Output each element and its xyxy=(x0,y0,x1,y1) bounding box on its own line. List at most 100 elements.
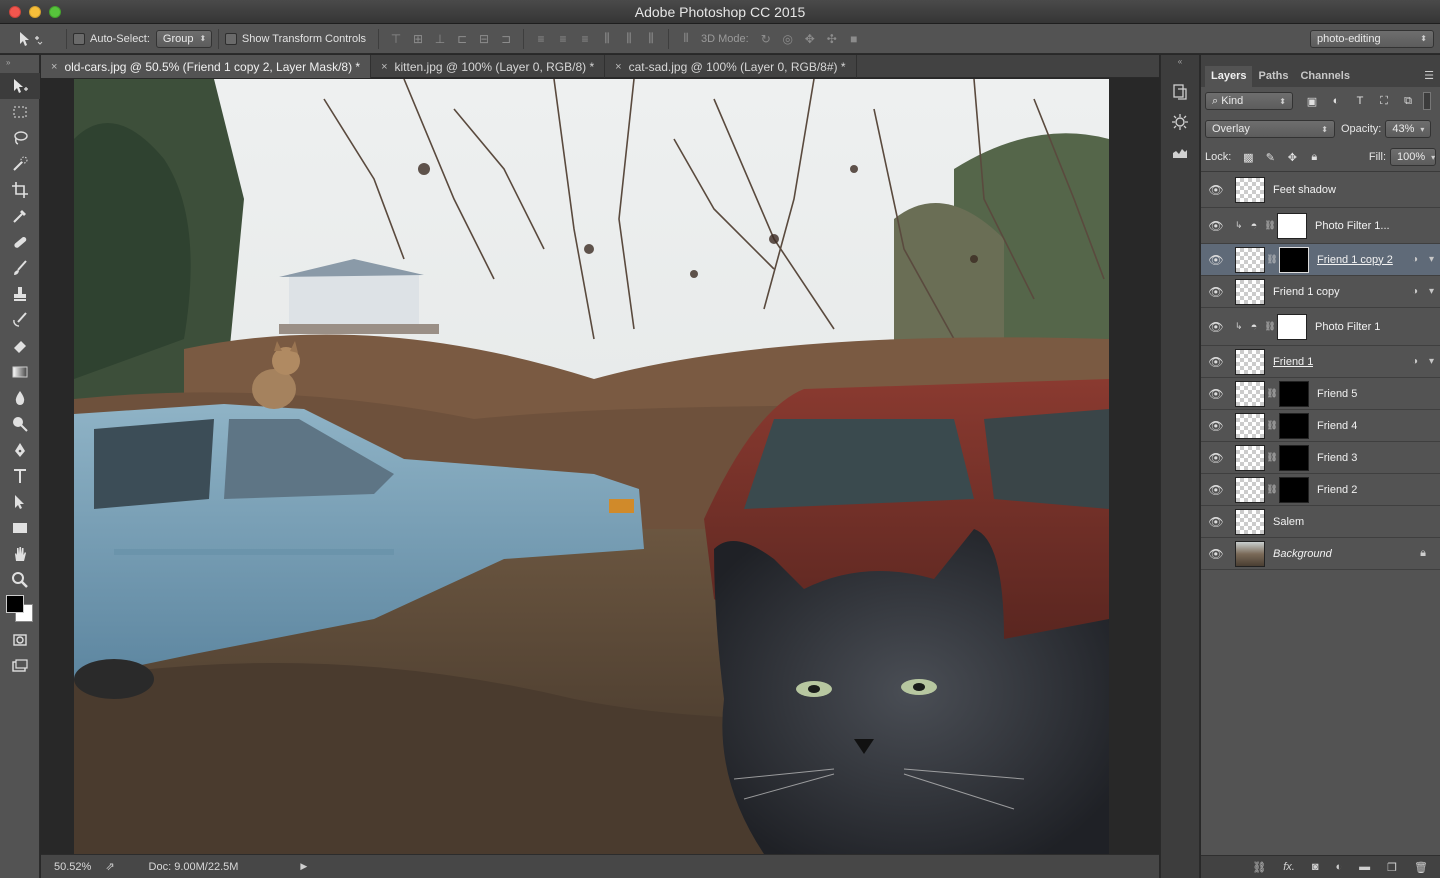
filter-adjustment-icon[interactable]: ◐ xyxy=(1327,92,1345,110)
document-canvas[interactable] xyxy=(74,79,1109,854)
close-tab-icon[interactable]: × xyxy=(51,61,57,73)
rectangle-tool[interactable] xyxy=(0,515,40,541)
distribute-bottom-icon[interactable]: ≡ xyxy=(574,28,596,50)
opacity-field[interactable]: 43% ▾ xyxy=(1385,120,1432,138)
foreground-color-swatch[interactable] xyxy=(6,595,24,613)
smart-filter-icon[interactable]: ◑ xyxy=(1412,254,1418,265)
align-hcenter-icon[interactable]: ⊟ xyxy=(473,28,495,50)
eraser-tool[interactable] xyxy=(0,333,40,359)
layer-mask-thumbnail[interactable] xyxy=(1279,380,1309,407)
mask-link-icon[interactable]: ⛓︎ xyxy=(1265,484,1279,495)
align-right-icon[interactable]: ⊐ xyxy=(495,28,517,50)
lock-image-icon[interactable]: ✎ xyxy=(1261,148,1279,166)
lock-position-icon[interactable]: ✥ xyxy=(1283,148,1301,166)
layer-mask-thumbnail[interactable] xyxy=(1277,212,1307,239)
dock-collapse-icon[interactable]: « xyxy=(1161,55,1199,69)
layer-mask-thumbnail[interactable] xyxy=(1279,412,1309,439)
status-menu-arrow-icon[interactable]: ▶ xyxy=(300,861,307,872)
layer-row[interactable]: 👁︎ Background 🔒︎ xyxy=(1201,538,1440,570)
healing-brush-tool[interactable] xyxy=(0,229,40,255)
layer-row[interactable]: 👁︎ ⛓︎ Friend 3 xyxy=(1201,442,1440,474)
quick-mask-button[interactable] xyxy=(0,627,40,653)
marquee-tool[interactable] xyxy=(0,99,40,125)
visibility-eye-icon[interactable]: 👁︎ xyxy=(1201,253,1231,267)
tab-paths[interactable]: Paths xyxy=(1252,66,1294,87)
panel-menu-icon[interactable]: ☰ xyxy=(1424,69,1434,82)
mask-link-icon[interactable]: ⛓︎ xyxy=(1263,220,1277,231)
visibility-eye-icon[interactable]: 👁︎ xyxy=(1201,515,1231,529)
add-mask-icon[interactable]: ◙ xyxy=(1312,861,1319,873)
quick-selection-tool[interactable] xyxy=(0,151,40,177)
new-layer-icon[interactable]: ❐ xyxy=(1387,861,1397,874)
blend-mode-dropdown[interactable]: Overlay ⬍ xyxy=(1205,120,1335,138)
3d-scale-icon[interactable]: ■ xyxy=(843,28,865,50)
smart-filter-icon[interactable]: ◑ xyxy=(1412,286,1418,297)
filter-pixel-icon[interactable]: ▣ xyxy=(1303,92,1321,110)
layer-row[interactable]: 👁︎ Friend 1 ◑ ▾ xyxy=(1201,346,1440,378)
auto-align-icon[interactable]: ⫴ xyxy=(675,28,697,50)
pen-tool[interactable] xyxy=(0,437,40,463)
zoom-readout[interactable]: 50.52% xyxy=(54,861,91,873)
eyedropper-tool[interactable] xyxy=(0,203,40,229)
align-top-icon[interactable]: ⊤ xyxy=(385,28,407,50)
path-selection-tool[interactable] xyxy=(0,489,40,515)
distribute-right-icon[interactable]: ⫼ xyxy=(640,28,662,50)
tab-kitten[interactable]: × kitten.jpg @ 100% (Layer 0, RGB/8) * xyxy=(371,55,606,78)
close-tab-icon[interactable]: × xyxy=(381,61,387,73)
layer-row[interactable]: 👁︎ ⛓︎ Friend 4 xyxy=(1201,410,1440,442)
distribute-vcenter-icon[interactable]: ≡ xyxy=(552,28,574,50)
expand-arrow-icon[interactable]: ▾ xyxy=(1429,356,1434,367)
layer-row-selected[interactable]: 👁︎ ⛓︎ Friend 1 copy 2 ◑ ▾ xyxy=(1201,244,1440,276)
layer-mask-thumbnail[interactable] xyxy=(1279,246,1309,273)
filter-smart-object-icon[interactable]: ⧉ xyxy=(1399,92,1417,110)
fx-icon[interactable]: fx. xyxy=(1283,861,1295,873)
type-tool[interactable] xyxy=(0,463,40,489)
visibility-eye-icon[interactable]: 👁︎ xyxy=(1201,355,1231,369)
link-layers-icon[interactable]: ⛓︎ xyxy=(1252,861,1266,874)
layer-row[interactable]: 👁︎ ↳ ◓ ⛓︎ Photo Filter 1 xyxy=(1201,308,1440,346)
visibility-eye-icon[interactable]: 👁︎ xyxy=(1201,387,1231,401)
3d-slide-icon[interactable]: ✣ xyxy=(821,28,843,50)
visibility-eye-icon[interactable]: 👁︎ xyxy=(1201,285,1231,299)
visibility-eye-icon[interactable]: 👁︎ xyxy=(1201,419,1231,433)
smart-filter-icon[interactable]: ◑ xyxy=(1412,356,1418,367)
panel-collapse-icon[interactable]: » xyxy=(0,55,39,73)
fill-field[interactable]: 100% ▾ xyxy=(1390,148,1436,166)
new-adjustment-icon[interactable]: ◐ xyxy=(1336,861,1343,873)
3d-drag-icon[interactable]: ✥ xyxy=(799,28,821,50)
layer-row[interactable]: 👁︎ Friend 1 copy ◑ ▾ xyxy=(1201,276,1440,308)
visibility-eye-icon[interactable]: 👁︎ xyxy=(1201,219,1231,233)
filter-type-icon[interactable]: T xyxy=(1351,92,1369,110)
3d-roll-icon[interactable]: ◎ xyxy=(777,28,799,50)
visibility-eye-icon[interactable]: 👁︎ xyxy=(1201,483,1231,497)
trash-icon[interactable]: 🗑︎ xyxy=(1414,861,1428,874)
canvas-area[interactable] xyxy=(41,79,1159,854)
layer-row[interactable]: 👁︎ Feet shadow xyxy=(1201,172,1440,208)
gradient-tool[interactable] xyxy=(0,359,40,385)
auto-select-dropdown[interactable]: Group ⬍ xyxy=(155,29,212,48)
close-window-button[interactable] xyxy=(9,6,21,18)
mask-link-icon[interactable]: ⛓︎ xyxy=(1265,452,1279,463)
filter-toggle-switch[interactable] xyxy=(1423,92,1431,110)
dodge-tool[interactable] xyxy=(0,411,40,437)
new-group-folder-icon[interactable]: ▬ xyxy=(1359,861,1370,873)
tab-layers[interactable]: Layers xyxy=(1205,66,1253,87)
mask-link-icon[interactable]: ⛓︎ xyxy=(1265,388,1279,399)
show-transform-checkbox[interactable]: Show Transform Controls xyxy=(224,32,366,45)
lock-transparent-icon[interactable]: ▩ xyxy=(1239,148,1257,166)
screen-mode-button[interactable] xyxy=(0,653,40,679)
tab-cat-sad[interactable]: × cat-sad.jpg @ 100% (Layer 0, RGB/8#) * xyxy=(605,55,857,78)
align-vcenter-icon[interactable]: ⊞ xyxy=(407,28,429,50)
layer-mask-thumbnail[interactable] xyxy=(1279,476,1309,503)
minimize-window-button[interactable] xyxy=(29,6,41,18)
filter-kind-dropdown[interactable]: ⌕ Kind ⬍ xyxy=(1205,92,1293,110)
export-icon[interactable]: ⇗ xyxy=(105,860,114,873)
tab-old-cars[interactable]: × old-cars.jpg @ 50.5% (Friend 1 copy 2, … xyxy=(41,55,372,78)
align-bottom-icon[interactable]: ⊥ xyxy=(429,28,451,50)
layer-row[interactable]: 👁︎ Salem xyxy=(1201,506,1440,538)
tool-preset-picker[interactable] xyxy=(0,24,60,54)
filter-shape-icon[interactable]: ⛶ xyxy=(1375,92,1393,110)
hand-tool[interactable] xyxy=(0,541,40,567)
brush-tool[interactable] xyxy=(0,255,40,281)
align-left-icon[interactable]: ⊏ xyxy=(451,28,473,50)
